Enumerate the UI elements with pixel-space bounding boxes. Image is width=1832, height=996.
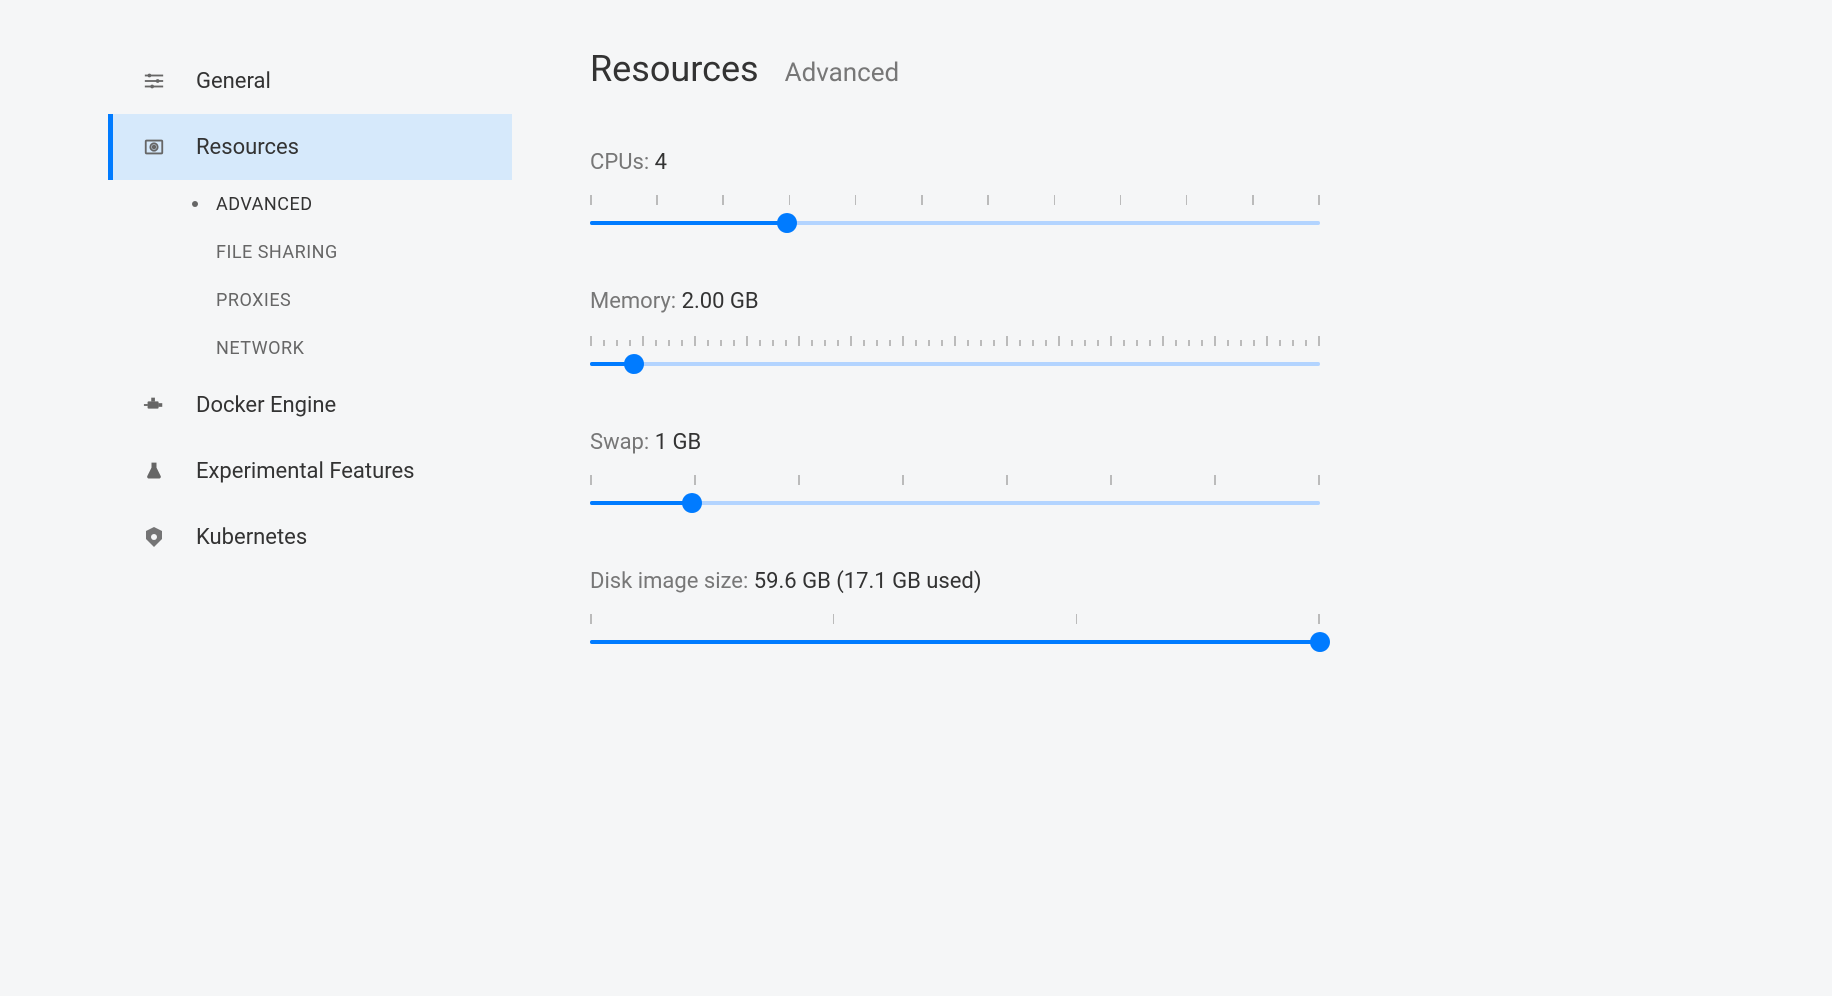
- disk-value: 59.6 GB (17.1 GB used): [754, 569, 982, 594]
- sub-item-file-sharing[interactable]: FILE SHARING: [192, 228, 512, 276]
- memory-label: Memory:: [590, 289, 676, 314]
- resources-sub-items: ADVANCED FILE SHARING PROXIES NETWORK: [108, 180, 512, 372]
- nav-label: Kubernetes: [196, 525, 307, 550]
- nav-item-experimental[interactable]: Experimental Features: [108, 438, 512, 504]
- content-panel: Resources Advanced CPUs: 4 Memory: 2.00 …: [512, 48, 1832, 996]
- kubernetes-icon: [140, 523, 168, 551]
- sub-label: PROXIES: [216, 290, 291, 311]
- page-title: Resources: [590, 48, 759, 90]
- nav-item-general[interactable]: General: [108, 48, 512, 114]
- cpus-slider[interactable]: [590, 195, 1320, 225]
- sliders-icon: [140, 67, 168, 95]
- nav-label: Docker Engine: [196, 393, 336, 418]
- layers-icon: [140, 133, 168, 161]
- slider-handle[interactable]: [682, 493, 702, 513]
- nav-item-resources[interactable]: Resources: [108, 114, 512, 180]
- page-header: Resources Advanced: [590, 48, 1652, 90]
- nav-label: General: [196, 69, 271, 94]
- swap-slider[interactable]: [590, 475, 1320, 505]
- sub-item-advanced[interactable]: ADVANCED: [192, 180, 512, 228]
- sub-label: ADVANCED: [216, 194, 313, 215]
- sidebar: General Resources ADVANCED FILE SHARING …: [0, 48, 512, 996]
- cpus-label-row: CPUs: 4: [590, 150, 1652, 175]
- sub-label: FILE SHARING: [216, 242, 338, 263]
- memory-label-row: Memory: 2.00 GB: [590, 289, 1652, 314]
- nav-label: Experimental Features: [196, 459, 415, 484]
- cpus-value: 4: [655, 150, 667, 175]
- slider-handle[interactable]: [1310, 632, 1330, 652]
- disk-slider[interactable]: [590, 614, 1320, 644]
- disk-label-row: Disk image size: 59.6 GB (17.1 GB used): [590, 569, 1652, 594]
- sub-label: NETWORK: [216, 338, 304, 359]
- setting-memory: Memory: 2.00 GB: [590, 289, 1652, 366]
- page-subtitle: Advanced: [785, 58, 900, 88]
- cpus-label: CPUs:: [590, 150, 649, 175]
- memory-slider[interactable]: [590, 334, 1320, 366]
- setting-swap: Swap: 1 GB: [590, 430, 1652, 505]
- nav-item-kubernetes[interactable]: Kubernetes: [108, 504, 512, 570]
- swap-label-row: Swap: 1 GB: [590, 430, 1652, 455]
- memory-value: 2.00 GB: [682, 289, 759, 314]
- nav-item-docker-engine[interactable]: Docker Engine: [108, 372, 512, 438]
- engine-icon: [140, 391, 168, 419]
- flask-icon: [140, 457, 168, 485]
- slider-handle[interactable]: [777, 213, 797, 233]
- swap-label: Swap:: [590, 430, 649, 455]
- setting-disk: Disk image size: 59.6 GB (17.1 GB used): [590, 569, 1652, 644]
- nav-label: Resources: [196, 135, 299, 160]
- setting-cpus: CPUs: 4: [590, 150, 1652, 225]
- disk-label: Disk image size:: [590, 569, 748, 594]
- slider-handle[interactable]: [624, 354, 644, 374]
- sub-item-network[interactable]: NETWORK: [192, 324, 512, 372]
- sub-item-proxies[interactable]: PROXIES: [192, 276, 512, 324]
- swap-value: 1 GB: [655, 430, 702, 455]
- bullet-icon: [192, 201, 198, 207]
